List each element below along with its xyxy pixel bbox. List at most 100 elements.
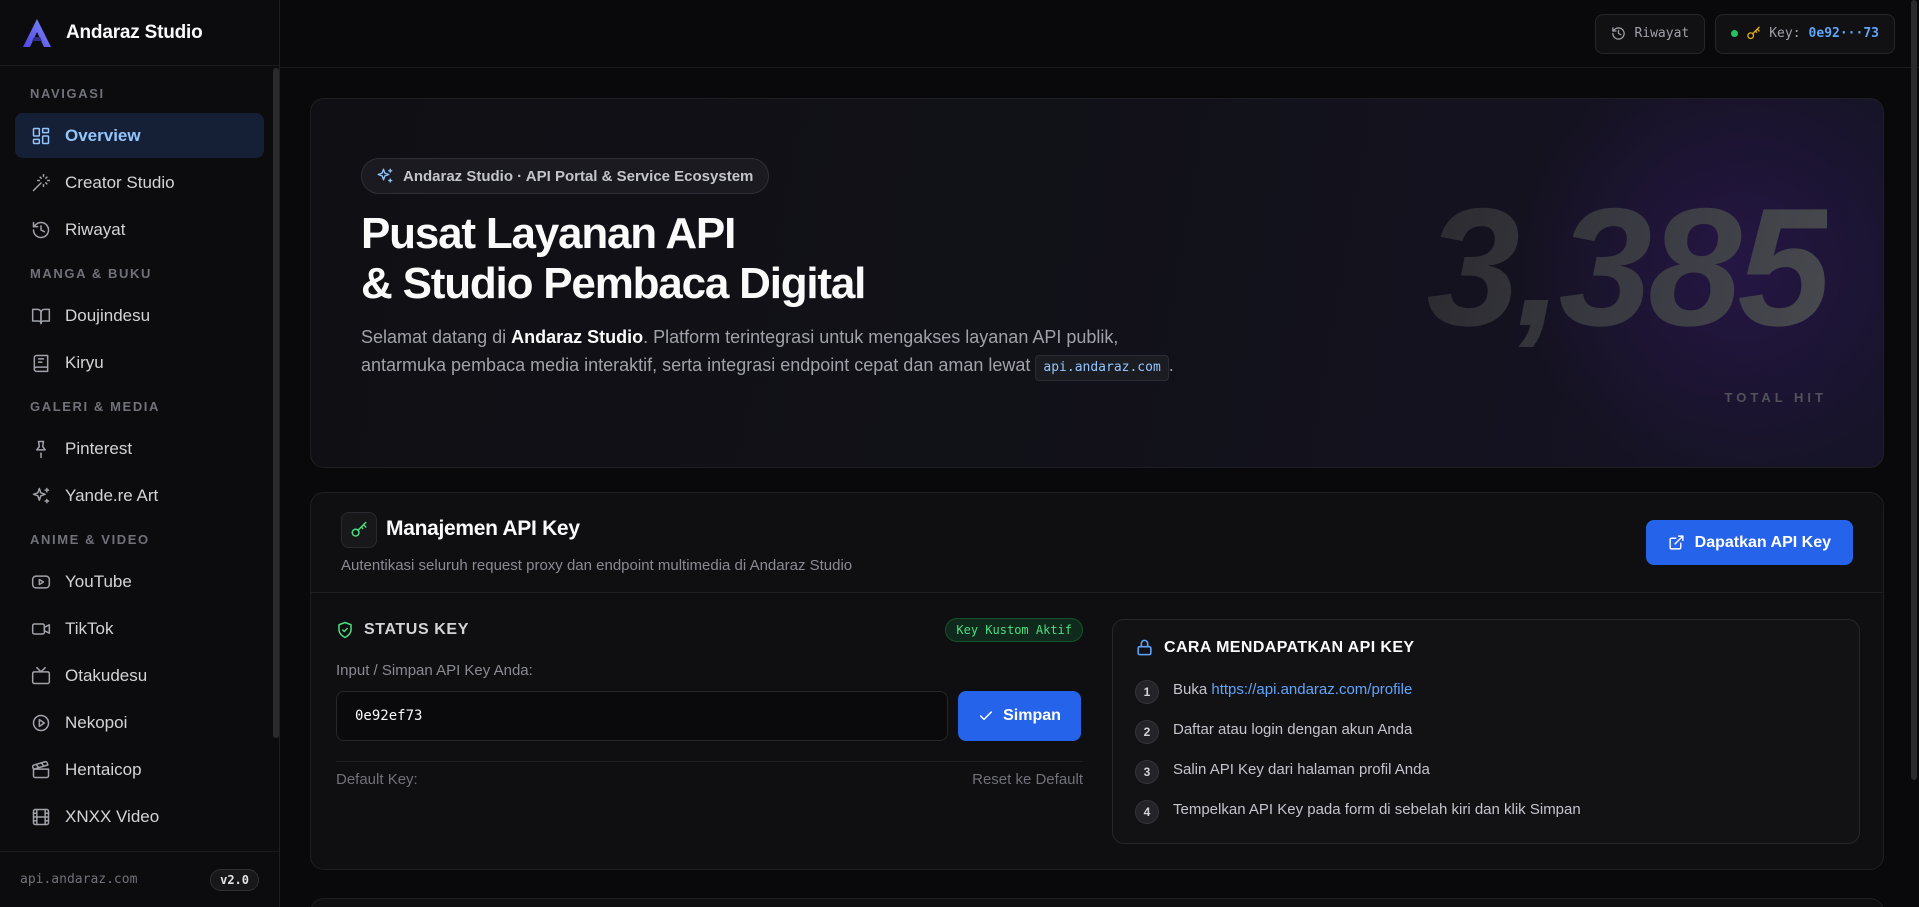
history-icon — [1612, 27, 1626, 40]
sidebar-item-label: Hentaicop — [65, 759, 142, 779]
default-key-row: Default Key: Reset ke Default — [336, 761, 1083, 788]
sidebar-item-youtube[interactable]: YouTube — [15, 559, 264, 604]
status-row: STATUS KEY Key Kustom Aktif — [336, 618, 1083, 642]
howto-step: 3 Salin API Key dari halaman profil Anda — [1135, 749, 1837, 789]
sidebar-item-label: Pinterest — [65, 438, 133, 458]
hero-badge-text: Andaraz Studio · API Portal & Service Ec… — [403, 167, 754, 185]
sidebar-item-xnxx-video[interactable]: XNXX Video — [15, 794, 264, 839]
nav-section-title: NAVIGASI — [30, 86, 105, 101]
pin-icon — [36, 440, 46, 458]
sidebar-item-nekopoi[interactable]: Nekopoi — [15, 700, 264, 745]
save-button[interactable]: Simpan — [958, 691, 1081, 741]
status-dot — [1731, 30, 1739, 37]
next-section-card — [310, 898, 1884, 907]
version-badge: v2.0 — [210, 868, 259, 891]
sidebar-item-doujindesu[interactable]: Doujindesu — [15, 293, 264, 338]
api-key-input[interactable] — [336, 691, 948, 741]
sidebar-item-riwayat[interactable]: Riwayat — [15, 207, 264, 252]
grid-icon — [32, 127, 50, 144]
howto-step: 1 Buka https://api.andaraz.com/profile — [1135, 669, 1837, 709]
sidebar-item-label: Yande.re Art — [65, 485, 159, 505]
history-button[interactable]: Riwayat — [1595, 13, 1706, 54]
clapperboard-icon — [31, 760, 50, 778]
main-scrollbar[interactable] — [1911, 0, 1917, 780]
step-number: 3 — [1135, 760, 1159, 784]
play-circle-icon — [32, 714, 50, 731]
sidebar-item-label: Riwayat — [65, 219, 126, 239]
sidebar-item-tiktok[interactable]: TikTok — [15, 606, 264, 651]
nav-section-title: GALERI & MEDIA — [30, 399, 161, 414]
total-hit-counter: 3,385 — [1426, 173, 1831, 361]
brand-name: Andaraz Studio — [66, 21, 203, 43]
book-open-icon — [31, 308, 51, 324]
external-link-icon — [1669, 535, 1684, 550]
sidebar-nav: NAVIGASI Overview Creator Studio Riwayat… — [0, 66, 279, 851]
reset-default-link[interactable]: Reset ke Default — [972, 771, 1083, 788]
hero-title: Pusat Layanan API & Studio Pembaca Digit… — [361, 209, 866, 309]
key-icon — [1747, 26, 1760, 40]
hero-section: Andaraz Studio · API Portal & Service Ec… — [310, 98, 1884, 468]
step-text: Buka https://api.andaraz.com/profile — [1173, 681, 1412, 698]
sidebar-item-label: TikTok — [65, 618, 114, 638]
sidebar-footer: api.andaraz.com v2.0 — [0, 851, 279, 907]
api-key-form: STATUS KEY Key Kustom Aktif Input / Simp… — [336, 618, 1083, 788]
api-key-indicator[interactable]: Key: 0e92···73 — [1715, 13, 1895, 54]
panel-subtitle: Autentikasi seluruh request proxy dan en… — [341, 557, 853, 574]
hero-title-line2: & Studio Pembaca Digital — [361, 259, 866, 308]
youtube-icon — [31, 574, 51, 589]
sidebar: Andaraz Studio NAVIGASI Overview Creator… — [0, 0, 280, 907]
tv-icon — [31, 666, 51, 684]
total-hit-label: TOTAL HIT — [1724, 390, 1827, 405]
howto-steps: 1 Buka https://api.andaraz.com/profile 2… — [1135, 669, 1837, 829]
check-icon — [980, 711, 993, 721]
sidebar-item-creator-studio[interactable]: Creator Studio — [15, 160, 264, 205]
film-icon — [32, 808, 50, 825]
howto-card: CARA MENDAPATKAN API KEY 1 Buka https://… — [1112, 619, 1860, 844]
save-button-label: Simpan — [1003, 707, 1061, 724]
api-key-panel-header: Manajemen API Key Autentikasi seluruh re… — [311, 493, 1883, 593]
history-label: Riwayat — [1634, 26, 1690, 41]
shield-check-icon — [338, 621, 352, 639]
status-key-text: STATUS KEY — [364, 621, 469, 638]
howto-title: CARA MENDAPATKAN API KEY — [1135, 638, 1837, 657]
andaraz-logo-icon — [23, 18, 51, 47]
get-api-key-button[interactable]: Dapatkan API Key — [1645, 520, 1853, 565]
brand[interactable]: Andaraz Studio — [0, 0, 279, 66]
key-masked-value: 0e92···73 — [1808, 26, 1879, 41]
sidebar-item-label: YouTube — [65, 571, 132, 591]
lock-icon — [1137, 639, 1152, 656]
step-number: 1 — [1135, 680, 1159, 704]
sidebar-item-otakudesu[interactable]: Otakudesu — [15, 653, 264, 698]
main-content: Andaraz Studio · API Portal & Service Ec… — [310, 98, 1884, 907]
howto-title-text: CARA MENDAPATKAN API KEY — [1164, 638, 1415, 656]
api-domain-code: api.andaraz.com — [1035, 355, 1169, 381]
status-key-label: STATUS KEY — [336, 621, 469, 639]
hero-description: Selamat datang di Andaraz Studio. Platfo… — [361, 323, 1181, 381]
step-number: 4 — [1135, 800, 1159, 824]
profile-link[interactable]: https://api.andaraz.com/profile — [1211, 681, 1412, 698]
panel-icon — [341, 512, 377, 548]
sidebar-item-hentaicop[interactable]: Hentaicop — [15, 747, 264, 792]
nav-section-title: MANGA & BUKU — [30, 266, 152, 281]
status-badge: Key Kustom Aktif — [945, 618, 1083, 642]
sidebar-item-kiryu[interactable]: Kiryu — [15, 340, 264, 385]
sparkles-icon — [32, 487, 50, 503]
howto-step: 2 Daftar atau login dengan akun Anda — [1135, 709, 1837, 749]
sidebar-item-label: Doujindesu — [65, 305, 151, 325]
nav-section-title: ANIME & VIDEO — [30, 532, 150, 547]
step-text: Salin API Key dari halaman profil Anda — [1173, 760, 1430, 778]
sidebar-item-overview[interactable]: Overview — [15, 113, 264, 158]
hero-desc-pre: Selamat datang di — [361, 327, 512, 347]
sidebar-item-label: Kiryu — [65, 352, 104, 372]
main-area: Riwayat Key: 0e92···73 Andaraz Studio · … — [280, 0, 1919, 907]
hero-title-line1: Pusat Layanan API — [361, 209, 736, 258]
key-icon — [351, 521, 367, 537]
sidebar-item-label: Otakudesu — [65, 665, 148, 685]
sidebar-item-label: Creator Studio — [65, 172, 175, 192]
sidebar-scrollbar[interactable] — [273, 68, 279, 738]
hero-desc-brand: Andaraz Studio — [511, 327, 644, 347]
book-icon — [33, 354, 49, 372]
footer-domain: api.andaraz.com — [20, 872, 138, 887]
sidebar-item-pinterest[interactable]: Pinterest — [15, 426, 264, 471]
sidebar-item-yandere-art[interactable]: Yande.re Art — [15, 473, 264, 518]
